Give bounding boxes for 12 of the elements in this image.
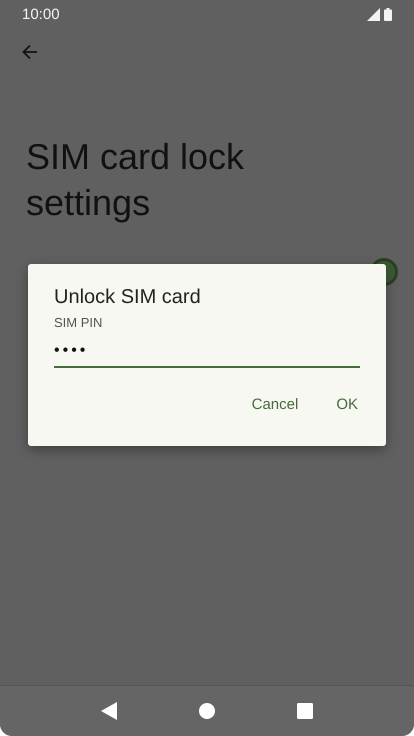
- signal-icon: [367, 8, 380, 20]
- status-time: 10:00: [22, 6, 60, 22]
- cancel-button[interactable]: Cancel: [240, 388, 310, 421]
- home-icon[interactable]: [199, 703, 215, 719]
- field-label: SIM PIN: [54, 315, 104, 330]
- back-icon[interactable]: [101, 702, 117, 720]
- ok-button[interactable]: OK: [324, 388, 370, 421]
- dialog-title: Unlock SIM card: [54, 286, 202, 309]
- battery-icon: [384, 8, 392, 20]
- page-title: SIM card lock settings: [26, 135, 246, 225]
- pin-field[interactable]: ••••: [54, 340, 360, 368]
- back-arrow-icon[interactable]: [20, 42, 40, 62]
